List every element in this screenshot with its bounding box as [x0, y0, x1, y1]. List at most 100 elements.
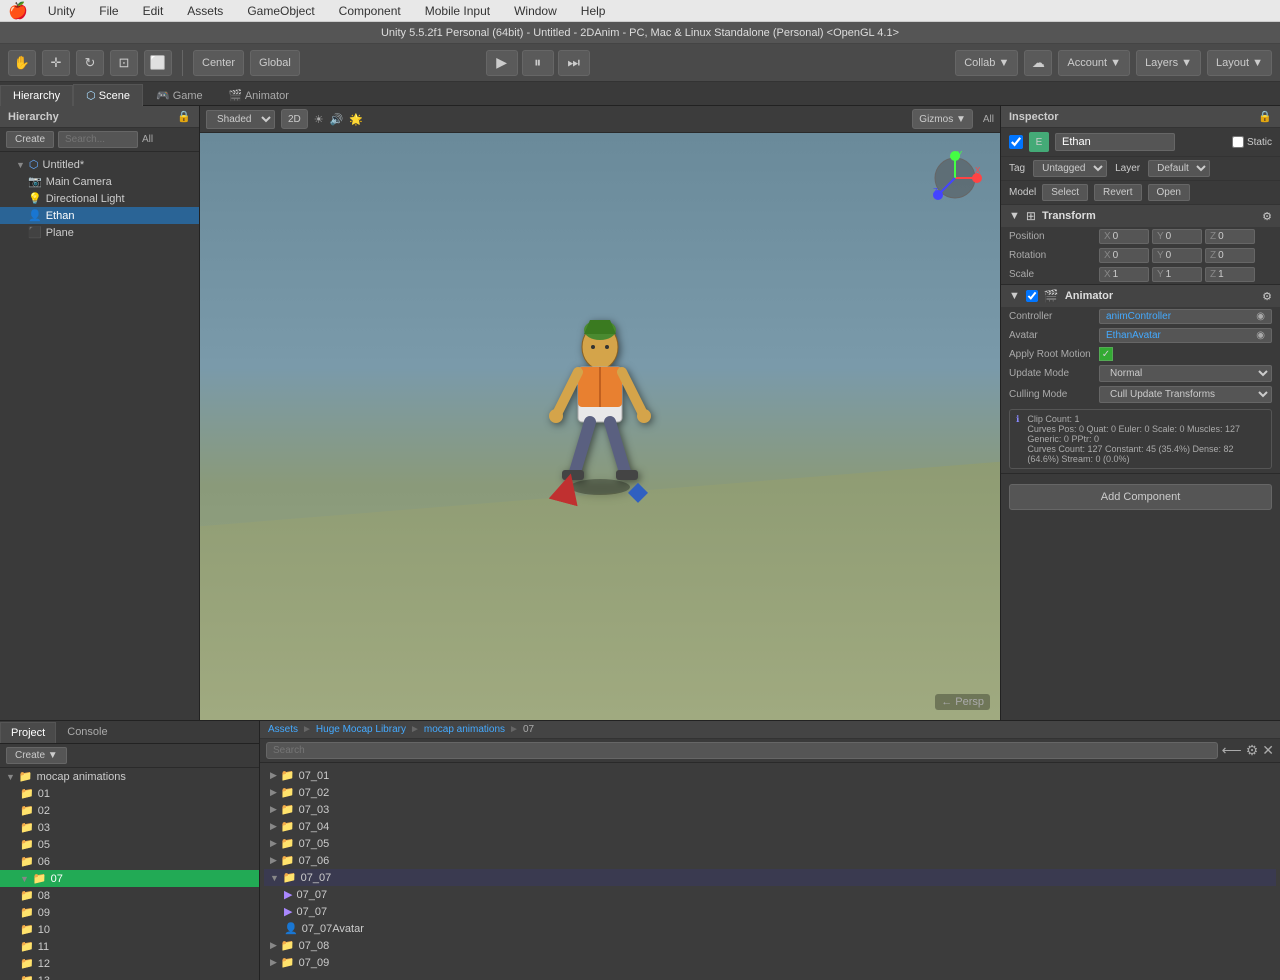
- folder-01[interactable]: 📁 01: [0, 785, 259, 802]
- model-open-button[interactable]: Open: [1148, 184, 1190, 201]
- folder-07[interactable]: ▼ 📁 07: [0, 870, 259, 887]
- hierarchy-item-plane[interactable]: ⬛ Plane: [0, 224, 199, 241]
- layout-button[interactable]: Layout ▼: [1207, 50, 1272, 76]
- menu-file[interactable]: File: [95, 2, 122, 20]
- file-item-07_07avatar[interactable]: 👤 07_07Avatar: [264, 920, 1276, 937]
- breadcrumb-huge-mocap[interactable]: Huge Mocap Library: [316, 724, 406, 735]
- hierarchy-item-untitled[interactable]: ▼ ⬡ Untitled*: [0, 156, 199, 173]
- inspector-lock-icon[interactable]: 🔒: [1258, 110, 1272, 123]
- hierarchy-create-button[interactable]: Create: [6, 131, 54, 148]
- hierarchy-search-input[interactable]: [58, 131, 138, 148]
- file-browser-icon-3[interactable]: ✕: [1262, 742, 1274, 759]
- breadcrumb-mocap-animations[interactable]: mocap animations: [424, 724, 505, 735]
- layers-button[interactable]: Layers ▼: [1136, 50, 1201, 76]
- menu-mobile-input[interactable]: Mobile Input: [421, 2, 494, 20]
- folder-03[interactable]: 📁 03: [0, 819, 259, 836]
- hierarchy-item-directional-light[interactable]: 💡 Directional Light: [0, 190, 199, 207]
- menu-window[interactable]: Window: [510, 2, 561, 20]
- menu-gameobject[interactable]: GameObject: [243, 2, 318, 20]
- pause-button[interactable]: ⏸: [522, 50, 554, 76]
- tab-project[interactable]: Project: [0, 722, 56, 743]
- scale-y-field[interactable]: Y1: [1152, 267, 1202, 282]
- folder-mocap-animations[interactable]: ▼ 📁 mocap animations: [0, 768, 259, 785]
- play-button[interactable]: ▶: [486, 50, 518, 76]
- move-tool[interactable]: ✛: [42, 50, 70, 76]
- folder-11[interactable]: 📁 11: [0, 938, 259, 955]
- animator-enabled-checkbox[interactable]: [1026, 290, 1038, 302]
- tab-console[interactable]: Console: [56, 721, 118, 743]
- file-item-07_07-anim1[interactable]: ▶ 07_07: [264, 886, 1276, 903]
- menu-component[interactable]: Component: [335, 2, 405, 20]
- center-toggle[interactable]: Center: [193, 50, 244, 76]
- rotate-tool[interactable]: ↻: [76, 50, 104, 76]
- apply-root-motion-checkbox[interactable]: ✓: [1099, 347, 1113, 361]
- tab-game[interactable]: 🎮 Game: [143, 84, 216, 106]
- scale-x-field[interactable]: X1: [1099, 267, 1149, 282]
- folder-09[interactable]: 📁 09: [0, 904, 259, 921]
- tag-dropdown[interactable]: Untagged: [1033, 160, 1107, 177]
- transform-settings-icon[interactable]: ⚙: [1262, 210, 1272, 223]
- folder-12[interactable]: 📁 12: [0, 955, 259, 972]
- object-name-field[interactable]: [1055, 133, 1175, 151]
- folder-05[interactable]: 📁 05: [0, 836, 259, 853]
- file-search-input[interactable]: [266, 742, 1218, 759]
- project-create-button[interactable]: Create ▼: [6, 747, 67, 764]
- rotation-z-field[interactable]: Z0: [1205, 248, 1255, 263]
- animator-header[interactable]: ▼ 🎬 Animator ⚙: [1001, 285, 1280, 307]
- static-toggle[interactable]: Static: [1232, 136, 1272, 148]
- menu-assets[interactable]: Assets: [183, 2, 227, 20]
- tab-hierarchy[interactable]: Hierarchy: [0, 85, 73, 106]
- collab-button[interactable]: Collab ▼: [955, 50, 1018, 76]
- folder-13[interactable]: 📁 13: [0, 972, 259, 980]
- breadcrumb-assets[interactable]: Assets: [268, 724, 298, 735]
- layer-dropdown[interactable]: Default: [1148, 160, 1210, 177]
- update-mode-dropdown[interactable]: Normal: [1099, 365, 1272, 382]
- file-item-07_01[interactable]: ▶ 📁 07_01: [264, 767, 1276, 784]
- folder-08[interactable]: 📁 08: [0, 887, 259, 904]
- rotation-x-field[interactable]: X0: [1099, 248, 1149, 263]
- file-item-07_07-anim2[interactable]: ▶ 07_07: [264, 903, 1276, 920]
- scene-lighting-icon[interactable]: ☀: [314, 113, 324, 126]
- file-item-07_05[interactable]: ▶ 📁 07_05: [264, 835, 1276, 852]
- animator-settings-icon[interactable]: ⚙: [1262, 290, 1272, 303]
- hierarchy-item-ethan[interactable]: 👤 Ethan: [0, 207, 199, 224]
- rotation-y-field[interactable]: Y0: [1152, 248, 1202, 263]
- model-select-button[interactable]: Select: [1042, 184, 1088, 201]
- position-z-field[interactable]: Z0: [1205, 229, 1255, 244]
- menu-unity[interactable]: Unity: [44, 2, 79, 20]
- tab-animator[interactable]: 🎬 Animator: [216, 84, 302, 106]
- file-item-07_07-folder[interactable]: ▼ 📁 07_07: [264, 869, 1276, 886]
- file-item-07_06[interactable]: ▶ 📁 07_06: [264, 852, 1276, 869]
- scene-effects-icon[interactable]: 🌟: [349, 113, 363, 126]
- step-button[interactable]: ⏭: [558, 50, 590, 76]
- add-component-button[interactable]: Add Component: [1009, 484, 1272, 510]
- file-browser-icon-1[interactable]: ⟵: [1222, 742, 1242, 759]
- apple-menu[interactable]: 🍎: [8, 1, 28, 21]
- hand-tool[interactable]: ✋: [8, 50, 36, 76]
- transform-header[interactable]: ▼ ⊞ Transform ⚙: [1001, 205, 1280, 227]
- position-y-field[interactable]: Y0: [1152, 229, 1202, 244]
- file-item-07_09[interactable]: ▶ 📁 07_09: [264, 954, 1276, 971]
- file-item-07_03[interactable]: ▶ 📁 07_03: [264, 801, 1276, 818]
- file-browser-icon-2[interactable]: ⚙: [1246, 742, 1259, 759]
- scene-viewport[interactable]: X Y Z ← Persp: [200, 133, 1000, 720]
- hierarchy-lock-icon[interactable]: 🔒: [177, 110, 191, 123]
- folder-06[interactable]: 📁 06: [0, 853, 259, 870]
- controller-field[interactable]: animController ◉: [1099, 309, 1272, 324]
- shading-dropdown[interactable]: Shaded: [206, 110, 275, 129]
- controller-dot-icon[interactable]: ◉: [1256, 311, 1265, 322]
- avatar-dot-icon[interactable]: ◉: [1256, 330, 1265, 341]
- 2d-toggle[interactable]: 2D: [281, 109, 308, 129]
- folder-02[interactable]: 📁 02: [0, 802, 259, 819]
- rect-tool[interactable]: ⬜: [144, 50, 172, 76]
- gizmos-dropdown[interactable]: Gizmos ▼: [912, 109, 973, 129]
- global-toggle[interactable]: Global: [250, 50, 300, 76]
- cloud-button[interactable]: ☁: [1024, 50, 1052, 76]
- tab-scene[interactable]: ⬡ Scene: [73, 84, 143, 106]
- hierarchy-item-main-camera[interactable]: 📷 Main Camera: [0, 173, 199, 190]
- culling-mode-dropdown[interactable]: Cull Update Transforms: [1099, 386, 1272, 403]
- position-x-field[interactable]: X0: [1099, 229, 1149, 244]
- viewport-gizmo[interactable]: X Y Z: [925, 148, 985, 208]
- scale-z-field[interactable]: Z1: [1205, 267, 1255, 282]
- file-item-07_08[interactable]: ▶ 📁 07_08: [264, 937, 1276, 954]
